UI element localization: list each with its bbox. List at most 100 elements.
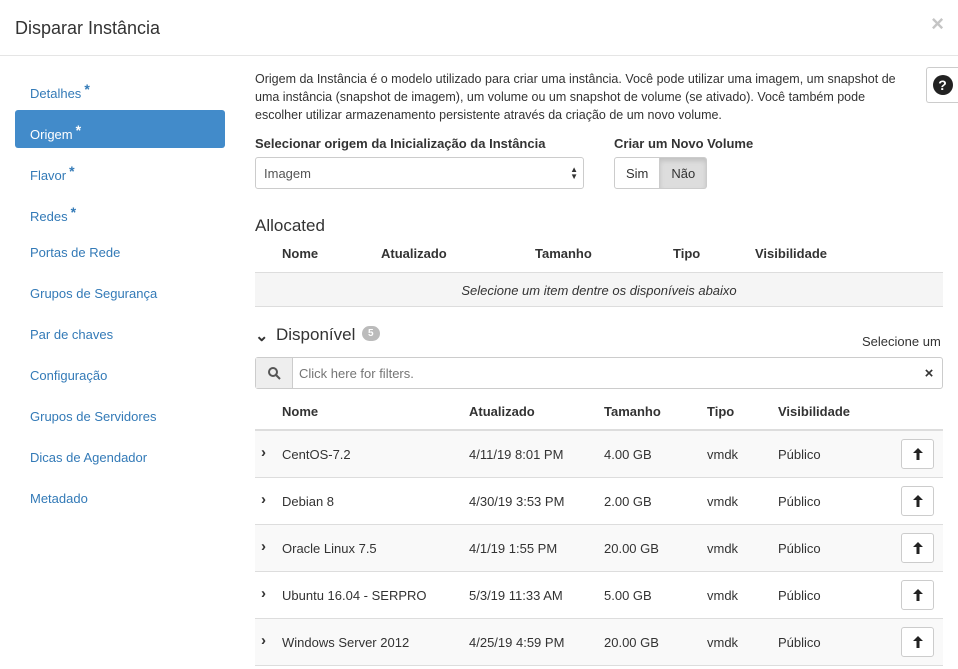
image-visibility: Público	[778, 635, 821, 650]
sidebar-item-label: Par de chaves	[30, 327, 114, 342]
sidebar-item-label: Grupos de Segurança	[30, 286, 158, 301]
required-marker: *	[84, 81, 90, 97]
image-name: Debian 8	[282, 494, 335, 509]
table-row: › Debian 8 4/30/19 3:53 PM 2.00 GB vmdk …	[255, 478, 943, 525]
allocated-header-size: Tamanho	[535, 246, 592, 261]
image-name: CentOS-7.2	[282, 447, 351, 462]
image-size: 4.00 GB	[604, 447, 652, 462]
search-icon	[256, 358, 293, 388]
sidebar-item-configuracao[interactable]: Configuração	[15, 356, 225, 394]
image-size: 20.00 GB	[604, 541, 659, 556]
allocate-button[interactable]	[901, 627, 934, 657]
image-size: 5.00 GB	[604, 588, 652, 603]
image-updated: 4/30/19 3:53 PM	[469, 494, 565, 509]
new-volume-label: Criar um Novo Volume	[614, 136, 754, 151]
allocate-button[interactable]	[901, 580, 934, 610]
expand-row-icon[interactable]: ›	[261, 491, 266, 508]
arrow-up-icon	[912, 495, 923, 507]
source-description: Origem da Instância é o modelo utilizado…	[255, 72, 896, 122]
boot-source-value: Imagem	[264, 166, 311, 181]
chevron-down-icon[interactable]: ⌄	[255, 326, 268, 346]
image-type: vmdk	[707, 588, 739, 603]
allocated-title: Allocated	[255, 216, 325, 235]
arrow-up-icon	[912, 542, 923, 554]
available-header-updated[interactable]: Atualizado	[469, 404, 535, 419]
new-volume-yes-button[interactable]: Sim	[614, 157, 661, 189]
image-updated: 4/1/19 1:55 PM	[469, 541, 558, 556]
sidebar-item-label: Detalhes	[30, 86, 82, 101]
close-icon[interactable]: ×	[931, 12, 944, 36]
expand-row-icon[interactable]: ›	[261, 585, 266, 602]
available-header-size[interactable]: Tamanho	[604, 404, 661, 419]
available-header-visibility[interactable]: Visibilidade	[778, 404, 850, 419]
help-button[interactable]: ?	[926, 67, 958, 103]
image-visibility: Público	[778, 447, 821, 462]
allocated-header-name: Nome	[282, 246, 319, 261]
required-marker: *	[69, 163, 75, 179]
expand-row-icon[interactable]: ›	[261, 444, 266, 461]
boot-source-label: Selecionar origem da Inicialização da In…	[255, 136, 546, 151]
sidebar-item-origem[interactable]: Origem *	[15, 110, 225, 148]
arrow-up-icon	[912, 448, 923, 460]
arrow-up-icon	[912, 636, 923, 648]
image-visibility: Público	[778, 494, 821, 509]
sidebar-item-label: Grupos de Servidores	[30, 409, 157, 424]
modal-title: Disparar Instância	[15, 18, 161, 38]
sidebar-item-grupos-de-seguranca[interactable]: Grupos de Segurança	[15, 274, 225, 312]
expand-row-icon[interactable]: ›	[261, 632, 266, 649]
available-header-name[interactable]: Nome	[282, 404, 318, 419]
new-volume-no-button[interactable]: Não	[660, 157, 708, 189]
image-name: Oracle Linux 7.5	[282, 541, 377, 556]
available-count-badge: 5	[362, 326, 380, 341]
sidebar-item-metadado[interactable]: Metadado	[15, 479, 225, 517]
image-size: 2.00 GB	[604, 494, 652, 509]
available-header-type[interactable]: Tipo	[707, 404, 734, 419]
table-row: › Oracle Linux 7.5 4/1/19 1:55 PM 20.00 …	[255, 525, 943, 572]
filter-bar: ×	[255, 357, 943, 389]
sidebar-item-flavor[interactable]: Flavor *	[15, 151, 225, 189]
allocated-header-type: Tipo	[673, 246, 701, 261]
allocate-button[interactable]	[901, 439, 934, 469]
sidebar-item-label: Redes	[30, 209, 68, 224]
sidebar-item-label: Metadado	[30, 491, 88, 506]
image-visibility: Público	[778, 588, 821, 603]
filter-input[interactable]	[293, 358, 916, 388]
clear-filter-icon[interactable]: ×	[916, 358, 942, 388]
sidebar-item-label: Portas de Rede	[30, 245, 121, 260]
modal-header: Disparar Instância ×	[0, 0, 958, 56]
table-row: › CentOS-7.2 4/11/19 8:01 PM 4.00 GB vmd…	[255, 431, 943, 478]
sidebar-item-label: Flavor	[30, 168, 67, 183]
image-name: Ubuntu 16.04 - SERPRO	[282, 588, 427, 603]
sidebar-item-grupos-de-servidores[interactable]: Grupos de Servidores	[15, 397, 225, 435]
sidebar-item-detalhes[interactable]: Detalhes *	[15, 69, 225, 107]
arrow-up-icon	[912, 589, 923, 601]
allocated-header-visibility: Visibilidade	[755, 246, 828, 261]
image-name: Windows Server 2012	[282, 635, 410, 650]
image-type: vmdk	[707, 635, 739, 650]
allocate-button[interactable]	[901, 533, 934, 563]
image-type: vmdk	[707, 541, 739, 556]
image-visibility: Público	[778, 541, 821, 556]
sidebar-item-label: Origem	[30, 127, 73, 142]
image-updated: 4/25/19 4:59 PM	[469, 635, 565, 650]
image-updated: 5/3/19 11:33 AM	[469, 588, 563, 603]
sidebar-item-label: Dicas de Agendador	[30, 450, 148, 465]
allocated-header-updated: Atualizado	[381, 246, 447, 261]
sidebar-item-redes[interactable]: Redes *	[15, 192, 225, 230]
select-one-label: Selecione um	[862, 334, 941, 349]
sidebar-item-label: Configuração	[30, 368, 108, 383]
table-row: › Windows Server 2012 4/25/19 4:59 PM 20…	[255, 619, 943, 666]
required-marker: *	[70, 204, 77, 220]
available-title[interactable]: Disponível	[276, 325, 355, 345]
expand-row-icon[interactable]: ›	[261, 538, 266, 555]
select-arrows-icon: ▲ ▼	[570, 165, 578, 181]
allocated-empty-row: Selecione um item dentre os disponíveis …	[255, 272, 943, 307]
question-icon: ?	[932, 75, 953, 95]
boot-source-select[interactable]: Imagem ▲ ▼	[255, 157, 584, 189]
sidebar-item-par-de-chaves[interactable]: Par de chaves	[15, 315, 225, 353]
image-updated: 4/11/19 8:01 PM	[469, 447, 564, 462]
table-row: › Ubuntu 16.04 - SERPRO 5/3/19 11:33 AM …	[255, 572, 943, 619]
sidebar-item-dicas-de-agendador[interactable]: Dicas de Agendador	[15, 438, 225, 476]
sidebar-item-portas-de-rede[interactable]: Portas de Rede	[15, 233, 225, 271]
allocate-button[interactable]	[901, 486, 934, 516]
